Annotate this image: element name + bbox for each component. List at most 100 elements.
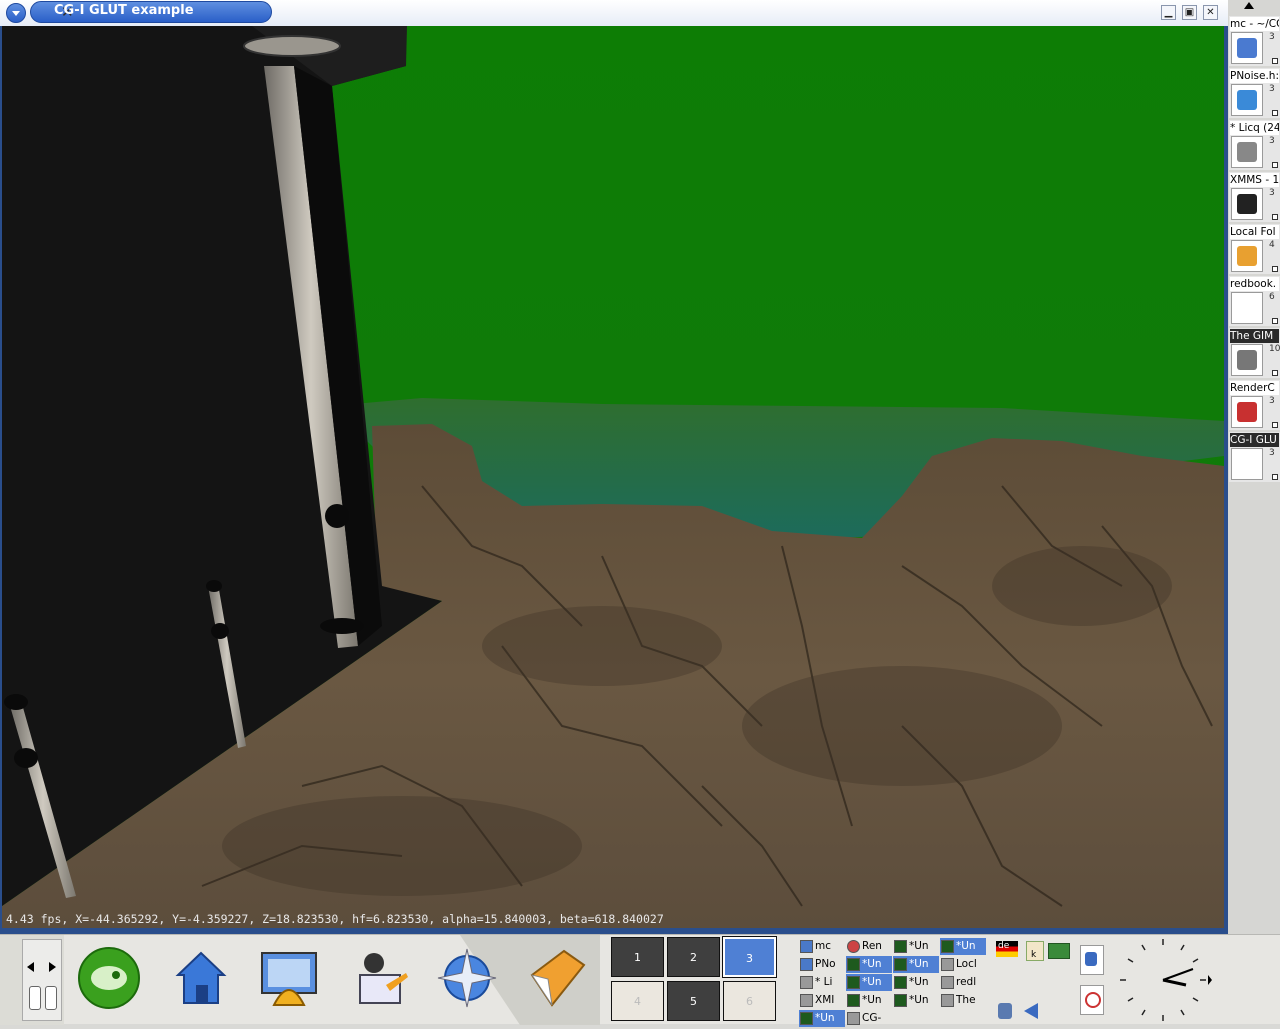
taskbar-button-label: *Un <box>862 994 882 1006</box>
task-icon <box>894 993 907 1007</box>
maximize-button[interactable]: ▣ <box>1182 5 1197 20</box>
window-list-item[interactable]: RenderC 3 <box>1229 380 1280 430</box>
window-list-item[interactable]: The GIM 10 <box>1229 328 1280 378</box>
taskbar-button[interactable]: *Un <box>799 1010 845 1027</box>
taskbar-button[interactable]: The <box>940 992 986 1009</box>
taskbar-button-label: XMI <box>815 994 835 1006</box>
taskbar-button-label: CG- <box>862 1012 882 1024</box>
taskbar-button-label: Ren <box>862 940 882 952</box>
window-list-item[interactable]: * Licq (24 3 <box>1229 120 1280 170</box>
taskbar-button[interactable]: Locl <box>940 956 986 973</box>
taskbar-button[interactable]: PNo <box>799 956 845 973</box>
status-readout: 4.43 fps, X=-44.365292, Y=-4.359227, Z=1… <box>6 912 664 926</box>
taskbar-button-label: mc <box>815 940 832 952</box>
window-list-item[interactable]: Local Fol 4 <box>1229 224 1280 274</box>
desktop-5[interactable]: 5 <box>667 981 720 1021</box>
taskbar-button-label: *Un <box>862 976 882 988</box>
taskbar-button[interactable]: mc <box>799 938 845 955</box>
lock-screen-button[interactable] <box>1080 945 1104 975</box>
taskbar-button[interactable]: *Un <box>893 992 939 1009</box>
computer-icon <box>1231 136 1263 168</box>
restore-icon[interactable] <box>1272 214 1278 220</box>
kmail-icon[interactable] <box>524 945 590 1011</box>
restore-icon[interactable] <box>1272 58 1278 64</box>
taskbar-button[interactable]: *Un <box>846 974 892 991</box>
restore-icon[interactable] <box>1272 422 1278 428</box>
taskbar-button[interactable]: XMI <box>799 992 845 1009</box>
task-icon <box>847 1011 860 1025</box>
taskbar-button[interactable]: *Un <box>846 992 892 1009</box>
scroll-up-icon[interactable] <box>1244 2 1254 9</box>
window-list-item[interactable]: XMMS - 13 <box>1229 172 1280 222</box>
restore-icon[interactable] <box>1272 318 1278 324</box>
task-icon <box>894 939 907 953</box>
task-icon <box>847 993 860 1007</box>
taskbar-button[interactable]: *Un <box>893 938 939 955</box>
taskbar-button[interactable]: redl <box>940 974 986 991</box>
arrow-right-icon[interactable] <box>49 962 56 972</box>
task-icon <box>941 975 954 989</box>
taskbar-button[interactable]: CG- <box>846 1010 892 1027</box>
tray-mini-icon[interactable] <box>29 986 41 1010</box>
desktop-2[interactable]: 2 <box>667 937 720 977</box>
renderer-icon <box>1231 396 1263 428</box>
klipper-icon[interactable]: k <box>1026 941 1044 961</box>
network-icon[interactable] <box>1048 943 1070 959</box>
restore-icon[interactable] <box>1272 266 1278 272</box>
volume-icon[interactable] <box>1024 1003 1038 1019</box>
task-icon <box>847 975 860 989</box>
window-list-item-title: The GIM <box>1230 329 1279 343</box>
document-icon <box>1231 292 1263 324</box>
close-button[interactable]: ✕ <box>1203 5 1218 20</box>
taskbar-button-label: *Un <box>815 1012 835 1024</box>
task-icon <box>800 939 813 953</box>
desktop-6[interactable]: 6 <box>723 981 776 1021</box>
window-list-item[interactable]: PNoise.h: 3 <box>1229 68 1280 118</box>
restore-icon[interactable] <box>1272 370 1278 376</box>
taskbar-button[interactable]: Ren <box>846 938 892 955</box>
konqueror-web-icon[interactable] <box>434 945 500 1011</box>
minimize-button[interactable]: ▁ <box>1161 5 1176 20</box>
power-icon <box>1085 992 1101 1008</box>
desktop-pager: 123 456 <box>611 936 779 1023</box>
x-window-icon <box>1231 448 1263 480</box>
task-icon <box>800 975 813 989</box>
panel-handle[interactable] <box>22 939 62 1021</box>
control-center-icon[interactable] <box>256 945 322 1011</box>
mixer-icon[interactable] <box>998 1003 1012 1019</box>
window-list-item[interactable]: redbook. 6 <box>1229 276 1280 326</box>
restore-icon[interactable] <box>1272 474 1278 480</box>
desktop-3[interactable]: 3 <box>722 936 777 978</box>
home-folder-icon[interactable] <box>168 945 234 1011</box>
desktop-4[interactable]: 4 <box>611 981 664 1021</box>
window-list-item[interactable]: CG-I GLU 3 <box>1229 432 1280 482</box>
language-flag-icon[interactable]: de <box>996 941 1018 957</box>
restore-icon[interactable] <box>1272 110 1278 116</box>
taskbar-button-label: *Un <box>909 976 929 988</box>
close-icon: ✕ <box>1206 7 1215 18</box>
opengl-viewport[interactable]: 4.43 fps, X=-44.365292, Y=-4.359227, Z=1… <box>2 26 1224 928</box>
window-list-item-count: 3 <box>1269 84 1275 94</box>
window-menu-button[interactable] <box>6 3 26 23</box>
pillar-cap <box>243 35 341 57</box>
task-icon <box>941 993 954 1007</box>
taskbar-button[interactable]: *Un <box>846 956 892 973</box>
suse-menu-icon[interactable] <box>76 945 142 1011</box>
analog-clock[interactable] <box>1108 935 1218 1025</box>
window-list-item[interactable]: mc - ~/CG 3 <box>1229 16 1280 66</box>
personal-settings-icon[interactable] <box>346 945 412 1011</box>
task-icon <box>800 1011 813 1025</box>
arrow-left-icon[interactable] <box>27 962 34 972</box>
taskbar-button[interactable]: * Li <box>799 974 845 991</box>
taskbar-button[interactable]: *Un <box>893 956 939 973</box>
window-list-item-count: 3 <box>1269 136 1275 146</box>
logout-button[interactable] <box>1080 985 1104 1015</box>
desktop-1[interactable]: 1 <box>611 937 664 977</box>
tray-mini-icon[interactable] <box>45 986 57 1010</box>
window-list-item-count: 3 <box>1269 188 1275 198</box>
taskbar-button[interactable]: *Un <box>940 938 986 955</box>
title-bar[interactable]: ✕ CG-I GLUT example ▁ ▣ ✕ <box>0 0 1228 26</box>
window-list-item-title: XMMS - 1 <box>1230 173 1279 187</box>
restore-icon[interactable] <box>1272 162 1278 168</box>
taskbar-button[interactable]: *Un <box>893 974 939 991</box>
